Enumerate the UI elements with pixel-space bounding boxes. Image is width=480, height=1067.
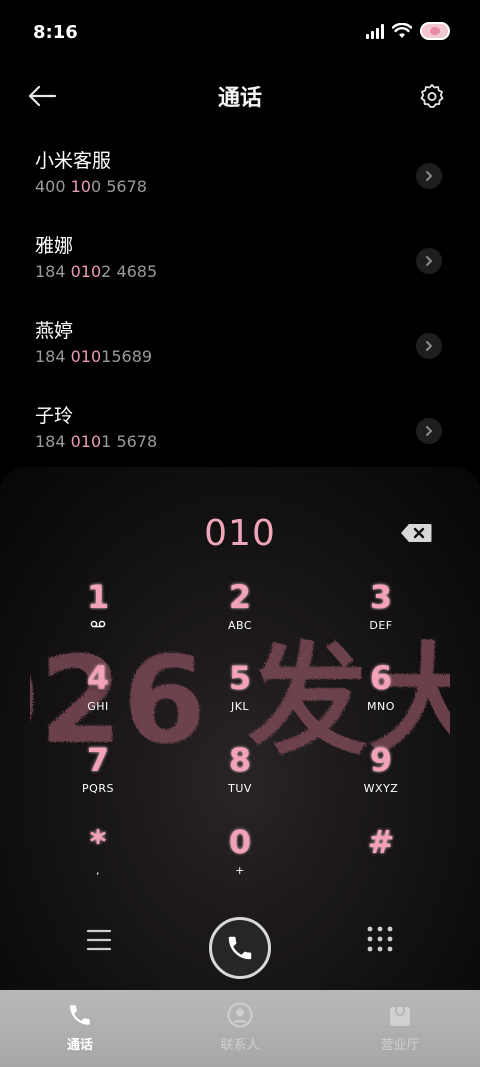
key-7[interactable]: 7 PQRS xyxy=(43,740,153,810)
contact-name: 雅娜 xyxy=(35,235,74,257)
contact-detail-button[interactable] xyxy=(416,248,442,274)
contact-number: 400 100 5678 xyxy=(35,177,147,196)
contact-number: 184 0101 5678 xyxy=(35,432,158,451)
contact-detail-button[interactable] xyxy=(416,163,442,189)
voicemail-icon xyxy=(43,619,153,633)
menu-icon xyxy=(86,929,112,951)
contact-list: 小米客服 400 100 5678 雅娜 184 0102 4685 燕婷 18… xyxy=(0,130,480,470)
key-2[interactable]: 2 ABC xyxy=(185,577,295,647)
nav-item-service-hall[interactable]: 营业厅 xyxy=(320,990,480,1067)
battery-icon xyxy=(420,22,450,40)
nav-label: 联系人 xyxy=(220,1038,260,1053)
backspace-icon xyxy=(401,524,432,542)
nav-item-contacts[interactable]: 联系人 xyxy=(160,990,320,1067)
phone-icon xyxy=(228,936,252,960)
chevron-right-icon xyxy=(426,256,433,266)
bag-icon xyxy=(390,1007,410,1026)
contact-item[interactable]: 子玲 184 0101 5678 xyxy=(0,385,480,470)
backspace-button[interactable] xyxy=(400,523,432,543)
contact-item[interactable]: 燕婷 184 01015689 xyxy=(0,300,480,385)
keypad-toggle-button[interactable] xyxy=(366,925,394,953)
nav-label: 通话 xyxy=(66,1038,93,1053)
dialer-actions xyxy=(0,917,480,981)
person-icon xyxy=(227,1002,253,1028)
keypad-grid-icon xyxy=(367,926,393,952)
key-9[interactable]: 9 WXYZ xyxy=(326,740,436,810)
key-1[interactable]: 1 xyxy=(43,577,153,647)
wifi-icon xyxy=(392,23,412,38)
key-star[interactable]: *, xyxy=(43,822,153,892)
key-5[interactable]: 5 JKL xyxy=(185,658,295,728)
status-time: 8:16 xyxy=(33,22,78,43)
contact-item[interactable]: 小米客服 400 100 5678 xyxy=(0,130,480,215)
settings-button[interactable] xyxy=(414,78,450,114)
key-3[interactable]: 3 DEF xyxy=(326,577,436,647)
key-4[interactable]: 4 GHI xyxy=(43,658,153,728)
key-hash[interactable]: # xyxy=(326,822,436,892)
contact-name: 小米客服 xyxy=(35,150,112,172)
contact-name: 子玲 xyxy=(35,405,74,427)
contact-name: 燕婷 xyxy=(35,320,74,342)
page-title: 通话 xyxy=(217,86,262,111)
key-8[interactable]: 8 TUV xyxy=(185,740,295,810)
menu-button[interactable] xyxy=(86,927,112,953)
header: 通话 xyxy=(0,68,480,124)
contact-item[interactable]: 雅娜 184 0102 4685 xyxy=(0,215,480,300)
status-bar: 8:16 xyxy=(0,0,480,68)
contact-detail-button[interactable] xyxy=(416,418,442,444)
nav-item-calls[interactable]: 通话 xyxy=(0,990,160,1067)
chevron-right-icon xyxy=(426,171,433,181)
call-button[interactable] xyxy=(209,917,271,979)
contact-detail-button[interactable] xyxy=(416,333,442,359)
contact-number: 184 01015689 xyxy=(35,347,153,366)
key-0[interactable]: 0 + xyxy=(185,822,295,892)
nav-label: 营业厅 xyxy=(380,1038,420,1053)
status-icons xyxy=(366,22,450,40)
key-6[interactable]: 6 MNO xyxy=(326,658,436,728)
phone-icon xyxy=(70,1005,90,1025)
gear-icon xyxy=(420,84,444,108)
dialer-panel: 2026 发大财 010 1 2ABC 3DEF 4GHI 5JKL 6MNO xyxy=(0,467,480,990)
contact-number: 184 0102 4685 xyxy=(35,262,158,281)
bottom-nav: 通话 联系人 营业厅 xyxy=(0,990,480,1067)
chevron-right-icon xyxy=(426,341,433,351)
chevron-right-icon xyxy=(426,426,433,436)
signal-icon xyxy=(366,23,384,39)
